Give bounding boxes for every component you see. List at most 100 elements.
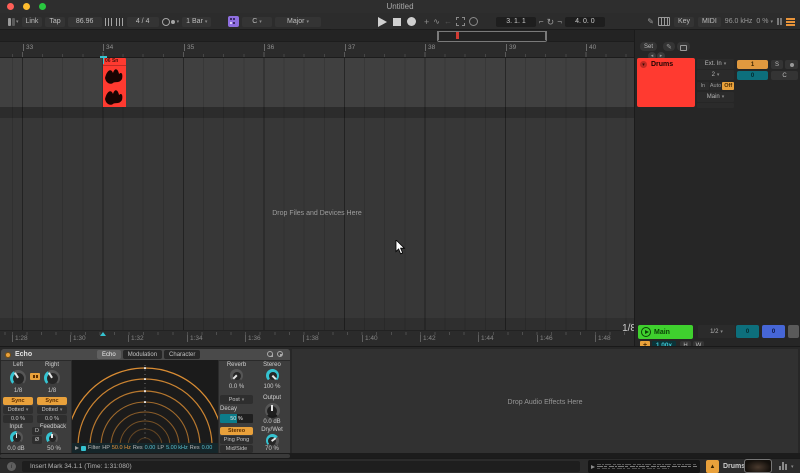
right-offset-field[interactable]: 0.0 %	[37, 415, 67, 423]
view-region-brace[interactable]	[437, 31, 547, 42]
draw-automation-button[interactable]: ✎	[663, 42, 675, 51]
automation-arm-toggle[interactable]: ∿	[433, 17, 440, 26]
output-gain-value[interactable]: 0.0 dB	[257, 419, 287, 425]
drums-track-lane[interactable]: 06 Sn	[0, 56, 634, 108]
hp-res-value[interactable]: 0.00	[145, 445, 156, 451]
stereo-link-button[interactable]	[30, 373, 40, 380]
metronome-toggle[interactable]	[161, 17, 180, 26]
loop-start-field[interactable]: 3. 1. 1	[496, 16, 536, 27]
play-button[interactable]	[378, 16, 387, 27]
main-lane-chooser[interactable]: 1/2	[698, 325, 735, 338]
audio-effects-drop-area[interactable]: Drop Audio Effects Here	[292, 349, 798, 453]
quantization-menu[interactable]: 1 Bar	[182, 16, 212, 27]
drums-track-header[interactable]: ▾ Drums	[637, 58, 695, 107]
tab-echo[interactable]: Echo	[97, 350, 121, 359]
input-gain-value[interactable]: 0.0 dB	[1, 446, 31, 452]
filter-section[interactable]: Filter HP 50.0 Hz Res 0.00 LP 5.00 kHz R…	[72, 443, 218, 453]
tap-tempo-button[interactable]: Tap	[45, 16, 65, 27]
device-activator-led[interactable]	[5, 351, 11, 358]
lock-envelopes-button[interactable]	[677, 42, 690, 51]
stop-button[interactable]	[393, 17, 401, 26]
drift-button[interactable]: D	[32, 427, 42, 435]
arm-button[interactable]	[785, 60, 798, 69]
cue-level-field[interactable]: 0	[736, 325, 759, 338]
input-channel-chooser[interactable]: 2	[697, 70, 734, 80]
input-type-chooser[interactable]: Ext. In	[697, 59, 734, 69]
tempo-field[interactable]: 86.96	[67, 16, 102, 27]
overdub-toggle[interactable]: +	[424, 17, 429, 27]
nudge-up-icon[interactable]	[115, 17, 124, 26]
save-preset-icon[interactable]	[277, 351, 283, 357]
right-sync-button[interactable]: Sync	[37, 397, 67, 405]
reverb-knob[interactable]	[230, 369, 243, 382]
stereo-width-knob[interactable]	[266, 369, 279, 382]
output-channel-field[interactable]	[697, 103, 734, 108]
set-marker-button[interactable]: Set	[640, 42, 657, 51]
computer-midi-keyboard-icon[interactable]	[657, 17, 670, 26]
time-signature-field[interactable]: 4 / 4	[126, 16, 159, 27]
lp-res-value[interactable]: 0.00	[202, 445, 213, 451]
stereo-width-value[interactable]: 100 %	[257, 384, 287, 390]
record-button[interactable]	[407, 17, 416, 26]
hot-swap-button[interactable]: ▲	[706, 460, 719, 473]
feedback-value[interactable]: 50 %	[39, 446, 69, 452]
output-meter-icon[interactable]	[779, 462, 787, 470]
midi-map-button[interactable]: MIDI	[698, 16, 721, 27]
preview-play-icon[interactable]	[591, 464, 595, 469]
left-time-knob[interactable]	[10, 370, 26, 386]
session-record-button[interactable]	[468, 17, 478, 26]
draw-mode-icon[interactable]: ✎	[647, 17, 654, 26]
main-volume-field[interactable]: 0	[762, 325, 785, 338]
filter-expand-icon[interactable]	[75, 446, 79, 450]
reenable-automation-button[interactable]: ←	[444, 17, 452, 26]
nudge-down-icon[interactable]	[104, 17, 113, 26]
scale-awareness-icon[interactable]	[228, 16, 239, 27]
follow-toggle[interactable]: ▾	[8, 17, 19, 26]
loop-toggle[interactable]: ↻	[547, 17, 555, 26]
left-sync-button[interactable]: Sync	[3, 397, 33, 405]
main-track-lane[interactable]	[0, 318, 634, 330]
phase-invert-button[interactable]: Ø	[32, 436, 42, 444]
hot-swap-icon[interactable]	[267, 351, 273, 357]
track-fold-icon[interactable]: ▾	[640, 61, 647, 68]
crossfade-assign-button[interactable]: C	[771, 71, 798, 80]
link-button[interactable]: Link	[21, 16, 43, 27]
output-gain-knob[interactable]	[264, 403, 280, 418]
right-time-value[interactable]: 1/8	[37, 388, 67, 394]
meter-menu-caret-icon[interactable]: ▾	[791, 464, 794, 470]
filter-on-toggle[interactable]	[81, 445, 86, 451]
mode-midside-button[interactable]: Mid/Side	[220, 445, 253, 453]
monitor-in[interactable]: In	[697, 82, 709, 90]
drywet-value[interactable]: 70 %	[257, 446, 287, 452]
mode-stereo-button[interactable]: Stereo	[220, 427, 253, 435]
track-meter-field[interactable]: 0	[737, 71, 768, 80]
loop-length-field[interactable]: 4. 0. 0	[564, 16, 605, 27]
track-drop-area[interactable]: Drop Files and Devices Here	[0, 118, 634, 318]
capture-midi-button[interactable]	[455, 17, 465, 26]
track-activator-button[interactable]: 1	[737, 60, 768, 69]
punch-out-toggle[interactable]: ¬	[557, 17, 562, 26]
reverb-value[interactable]: 0.0 %	[220, 384, 253, 390]
reverb-position-menu[interactable]: Post	[220, 395, 253, 404]
sample-preview-strip[interactable]	[588, 460, 700, 473]
mode-pingpong-button[interactable]: Ping Pong	[220, 436, 253, 444]
echo-visualization[interactable]: Filter HP 50.0 Hz Res 0.00 LP 5.00 kHz R…	[66, 360, 224, 453]
monitor-auto[interactable]: Auto	[709, 82, 722, 90]
key-map-button[interactable]: Key	[673, 16, 695, 27]
right-division-menu[interactable]: Dotted	[37, 406, 67, 414]
input-gain-knob[interactable]	[10, 431, 23, 444]
hp-freq-value[interactable]: 50.0 Hz	[112, 445, 131, 451]
main-track-header[interactable]: Main	[638, 325, 693, 339]
key-root-menu[interactable]: C	[242, 16, 272, 27]
track-name[interactable]: Drums	[651, 61, 673, 68]
tab-modulation[interactable]: Modulation	[122, 350, 163, 359]
solo-button[interactable]: S	[771, 60, 783, 69]
left-time-value[interactable]: 1/8	[3, 388, 33, 394]
monitor-switch[interactable]: In Auto Off	[697, 82, 735, 90]
vertical-scrollbar[interactable]	[788, 325, 799, 338]
key-scale-menu[interactable]: Major	[275, 16, 321, 27]
cpu-load-menu[interactable]: 0 %	[756, 18, 773, 25]
left-division-menu[interactable]: Dotted	[3, 406, 33, 414]
beat-time-ruler[interactable]: 33 34 35 36 37 38 39 40	[0, 42, 634, 57]
feedback-knob[interactable]	[46, 432, 58, 444]
